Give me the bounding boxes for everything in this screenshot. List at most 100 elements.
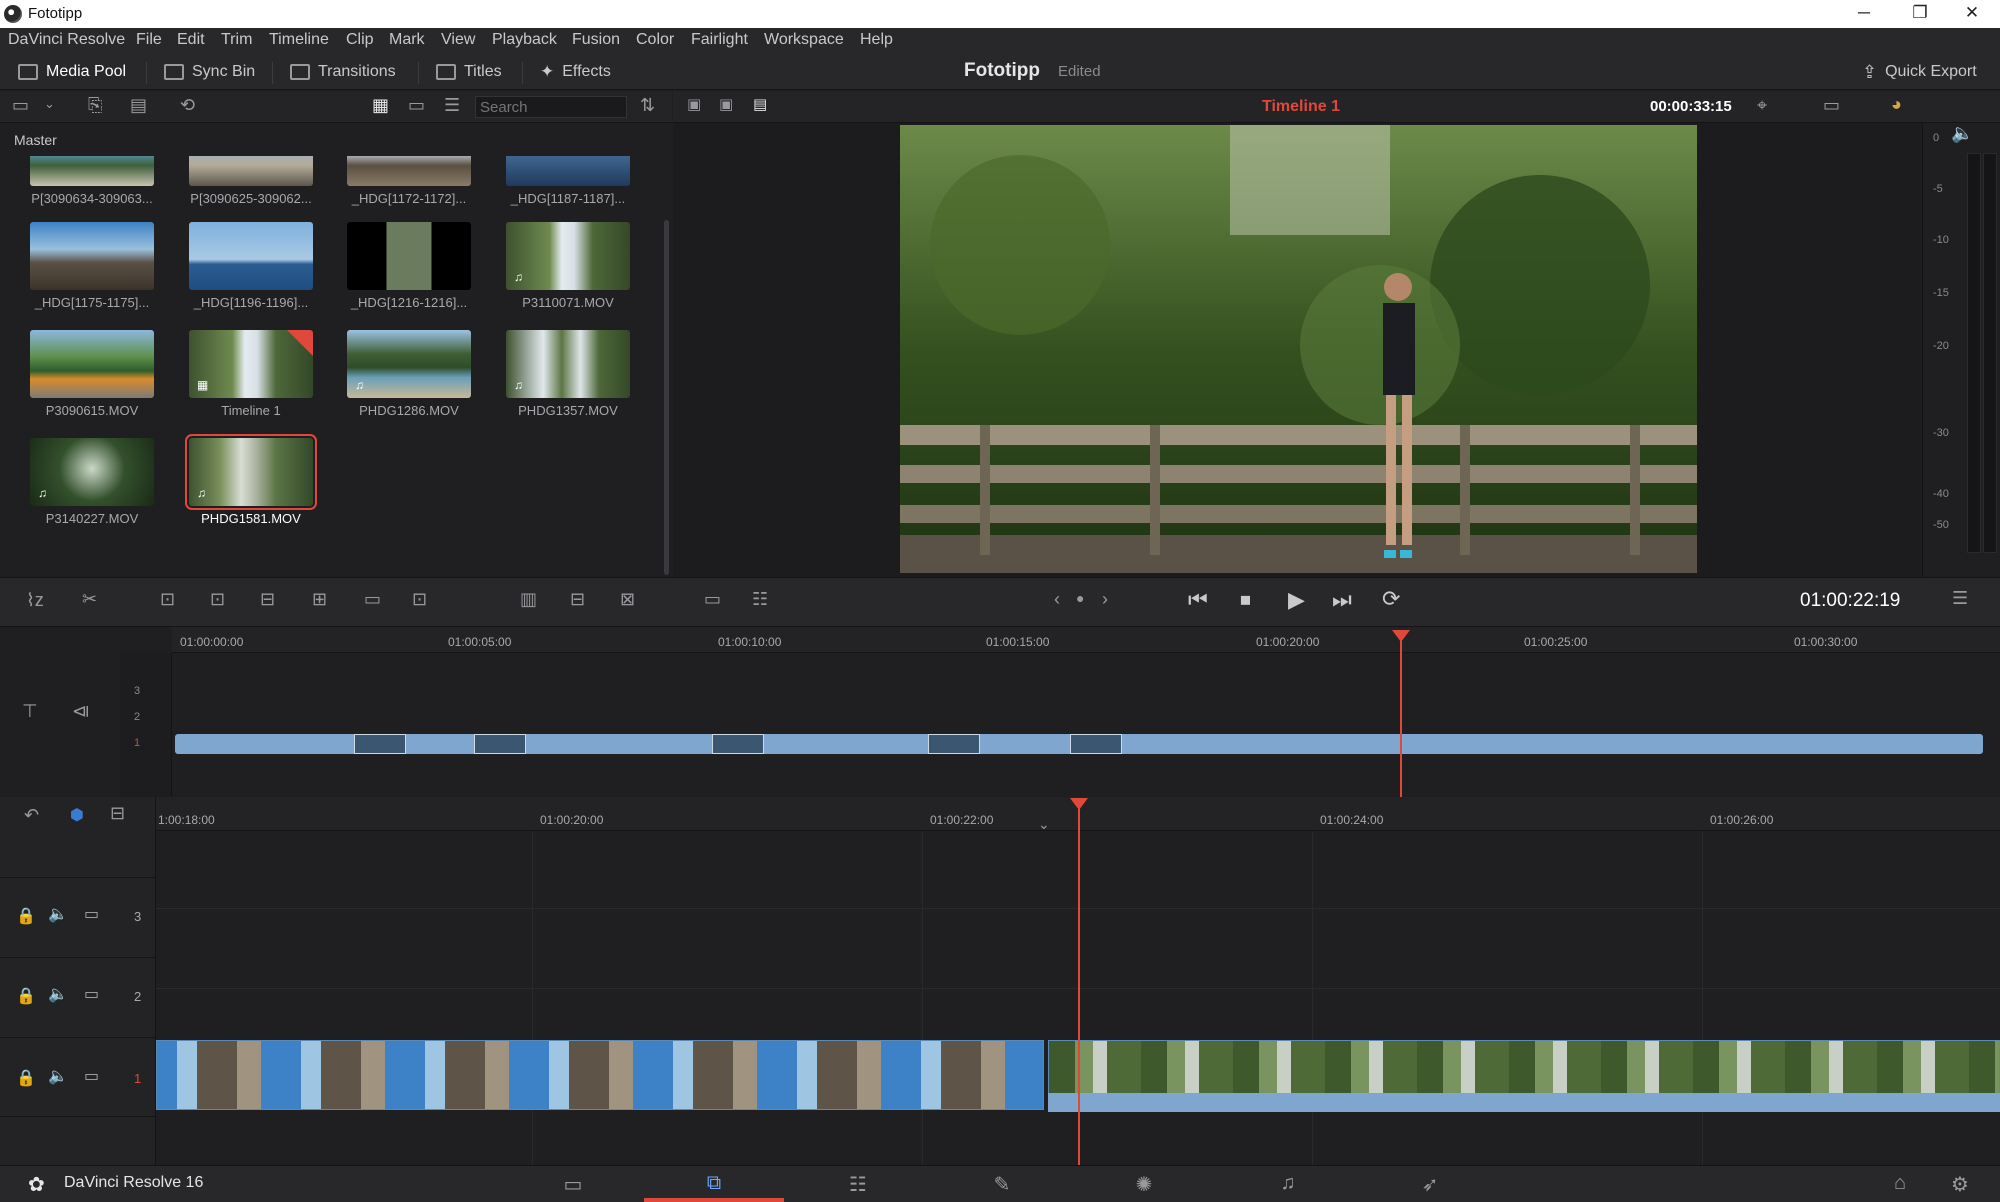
video-clip-v1-a[interactable]: [156, 1040, 1044, 1110]
menu-fairlight[interactable]: Fairlight: [691, 31, 748, 49]
clip-cut-marker[interactable]: [712, 734, 764, 754]
timeline-options-icon[interactable]: ⊤: [22, 701, 38, 722]
upper-timeline-ruler[interactable]: 01:00:00:00 01:00:05:00 01:00:10:00 01:0…: [172, 627, 2000, 653]
clip-item[interactable]: ♫ PHDG1286.MOV: [347, 330, 471, 418]
thumbnail-view-icon[interactable]: ▦: [372, 95, 389, 116]
clip-item[interactable]: ♫ PHDG1357.MOV: [506, 330, 630, 418]
cut-page-icon[interactable]: ⧉: [694, 1172, 734, 1195]
menu-edit[interactable]: Edit: [177, 31, 205, 49]
lock-icon[interactable]: 🔒: [16, 906, 36, 926]
menu-color[interactable]: Color: [636, 31, 674, 49]
chevron-down-icon[interactable]: ⌄: [1038, 816, 1050, 833]
source-overwrite-icon[interactable]: ⊠: [620, 589, 635, 610]
view-mode-icon[interactable]: ▣: [687, 95, 701, 113]
menu-playback[interactable]: Playback: [492, 31, 557, 49]
clip-item[interactable]: _HDG[1187-1187]...: [506, 156, 630, 206]
sort-icon[interactable]: ⇅: [640, 95, 655, 116]
media-pool-button[interactable]: Media Pool: [18, 60, 126, 84]
clip-cut-marker[interactable]: [354, 734, 406, 754]
upper-playhead[interactable]: [1400, 632, 1402, 797]
marker-dot-icon[interactable]: ●: [1076, 590, 1084, 606]
media-page-icon[interactable]: ▭: [553, 1172, 593, 1197]
menu-timeline[interactable]: Timeline: [269, 31, 329, 49]
replace-clip-icon[interactable]: ⊟: [260, 589, 275, 610]
effects-button[interactable]: ✦ Effects: [540, 60, 611, 84]
menu-file[interactable]: File: [136, 31, 162, 49]
audio-toggle-icon[interactable]: 🔈: [48, 1066, 68, 1086]
audio-track-icon[interactable]: ⧏: [72, 701, 90, 722]
color-icon[interactable]: ◕: [1891, 94, 1902, 115]
edit-page-icon[interactable]: ☷: [838, 1172, 878, 1197]
fit-to-fill-icon[interactable]: ⊞: [312, 589, 327, 610]
next-marker-icon[interactable]: ›: [1102, 589, 1108, 610]
lower-playhead[interactable]: [1078, 800, 1080, 1165]
lock-icon[interactable]: 🔒: [16, 986, 36, 1006]
view-mode-icon[interactable]: ▤: [753, 95, 767, 113]
media-pool-scrollbar[interactable]: [664, 220, 669, 575]
clip-item[interactable]: P[3090625-309062...: [189, 156, 313, 206]
menu-trim[interactable]: Trim: [221, 31, 252, 49]
menu-view[interactable]: View: [441, 31, 475, 49]
snooze-icon[interactable]: ⌇z: [26, 590, 44, 611]
bin-name[interactable]: Master: [14, 132, 57, 148]
loop-icon[interactable]: ⟳: [1382, 586, 1400, 612]
lower-playhead-handle[interactable]: [1070, 798, 1088, 810]
import-media-icon[interactable]: ⎘: [88, 95, 102, 116]
overwrite-clip-icon[interactable]: ⊡: [210, 589, 225, 610]
quick-export-button[interactable]: ⇪ Quick Export: [1862, 60, 1977, 84]
menu-workspace[interactable]: Workspace: [764, 31, 844, 49]
viewer-frame[interactable]: [900, 125, 1697, 573]
append-icon[interactable]: ⊟: [570, 589, 585, 610]
clip-cut-marker[interactable]: [1070, 734, 1122, 754]
fusion-page-icon[interactable]: ✎: [982, 1172, 1022, 1197]
razor-icon[interactable]: ✂: [82, 589, 97, 610]
bin-list-toggle-icon[interactable]: ▭: [12, 95, 29, 116]
play-around-icon[interactable]: ▭: [704, 589, 721, 610]
restore-button[interactable]: ❐: [1892, 0, 1948, 28]
skip-to-start-icon[interactable]: ⏮: [1188, 587, 1208, 613]
strip-view-icon[interactable]: ▭: [408, 95, 425, 116]
clip-cut-marker[interactable]: [474, 734, 526, 754]
menu-clip[interactable]: Clip: [346, 31, 374, 49]
upper-playhead-handle[interactable]: [1392, 630, 1410, 642]
clip-item[interactable]: P3090615.MOV: [30, 330, 154, 418]
place-on-top-icon[interactable]: ▭: [364, 589, 381, 610]
skip-to-end-icon[interactable]: ⏭: [1332, 587, 1352, 613]
gear-icon[interactable]: ⚙: [1940, 1172, 1980, 1197]
video-toggle-icon[interactable]: ▭: [84, 1066, 99, 1086]
clip-item[interactable]: ▦ Timeline 1: [189, 330, 313, 418]
clip-item[interactable]: P[3090634-309063...: [30, 156, 154, 206]
transform-icon[interactable]: ⌖: [1757, 95, 1767, 116]
new-bin-icon[interactable]: ▤: [130, 95, 147, 116]
list-view-icon[interactable]: ☰: [444, 95, 460, 116]
close-up-icon[interactable]: ▥: [520, 589, 537, 610]
sync-bin-button[interactable]: Sync Bin: [164, 60, 255, 84]
clip-item[interactable]: _HDG[1175-1175]...: [30, 222, 154, 310]
display-options-icon[interactable]: ▭: [1823, 95, 1840, 116]
chevron-down-icon[interactable]: ⌄: [44, 96, 55, 112]
marker-flag-icon[interactable]: ⬢: [70, 805, 84, 825]
clip-cut-marker[interactable]: [928, 734, 980, 754]
close-button[interactable]: ✕: [1944, 0, 2000, 28]
home-icon[interactable]: ⌂: [1880, 1172, 1920, 1195]
clip-item[interactable]: _HDG[1172-1172]...: [347, 156, 471, 206]
transitions-button[interactable]: Transitions: [290, 60, 396, 84]
color-page-icon[interactable]: ✺: [1124, 1172, 1164, 1197]
menu-fusion[interactable]: Fusion: [572, 31, 620, 49]
video-toggle-icon[interactable]: ▭: [84, 904, 99, 924]
fairlight-page-icon[interactable]: ♫: [1268, 1172, 1308, 1195]
clip-item[interactable]: _HDG[1196-1196]...: [189, 222, 313, 310]
titles-button[interactable]: Titles: [436, 60, 502, 84]
clip-item[interactable]: ♫ P3110071.MOV: [506, 222, 630, 310]
undo-curve-icon[interactable]: ↶: [24, 805, 39, 826]
track-options-icon[interactable]: ⊟: [110, 803, 125, 824]
audio-toggle-icon[interactable]: 🔈: [48, 984, 68, 1004]
previous-marker-icon[interactable]: ‹: [1054, 589, 1060, 610]
lock-icon[interactable]: 🔒: [16, 1068, 36, 1088]
ripple-overwrite-icon[interactable]: ⊡: [412, 589, 427, 610]
stop-icon[interactable]: ⏹: [1240, 587, 1251, 613]
video-toggle-icon[interactable]: ▭: [84, 984, 99, 1004]
play-icon[interactable]: ▶: [1288, 587, 1305, 613]
menu-help[interactable]: Help: [860, 31, 893, 49]
options-menu-icon[interactable]: ☰: [1952, 588, 1968, 609]
